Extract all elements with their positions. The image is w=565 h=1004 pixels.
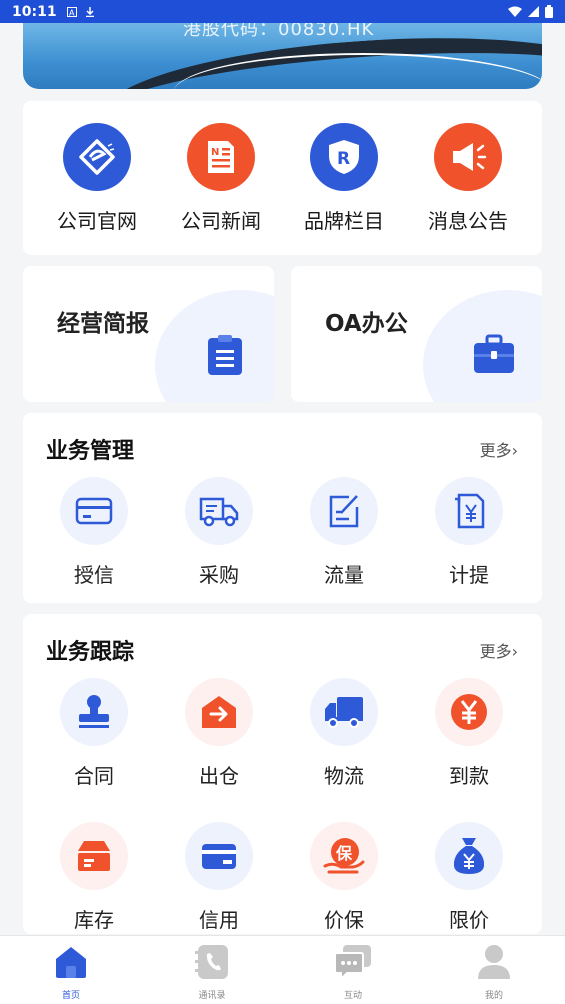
quick-link-label: 品牌栏目 (304, 209, 384, 233)
business-tracking-section: 业务跟踪 更多› 合同 出仓 物流 到款 库存 信用 保 价保 限价 (23, 614, 542, 934)
grid-item-payment-received[interactable]: 到款 (414, 678, 524, 789)
grid-item-flow[interactable]: 流量 (289, 477, 399, 588)
price-protect-icon: 保 (310, 822, 378, 890)
grid-item-label: 采购 (199, 563, 239, 587)
grid-item-logistics[interactable]: 物流 (289, 678, 399, 789)
grid-item-label: 流量 (324, 563, 364, 587)
svg-text:保: 保 (335, 844, 353, 863)
yen-coin-icon (435, 678, 503, 746)
more-link[interactable]: 更多› (480, 638, 518, 662)
warehouse-out-icon (185, 678, 253, 746)
quick-links-card: 公司官网 N 公司新闻 R 品牌栏目 消息公告 (23, 101, 542, 255)
grid-item-accrual[interactable]: 计提 (414, 477, 524, 588)
tab-interact[interactable]: 互动 (303, 936, 403, 1001)
grid-item-label: 价保 (324, 908, 364, 932)
stamp-icon (60, 678, 128, 746)
grid-item-price-limit[interactable]: 限价 (414, 822, 524, 933)
quick-link-company-news[interactable]: N 公司新闻 (161, 101, 281, 234)
grid-item-label: 计提 (449, 563, 489, 587)
speaker-icon (434, 123, 502, 191)
grid-item-outbound[interactable]: 出仓 (164, 678, 274, 789)
quick-link-label: 公司新闻 (181, 209, 261, 233)
news-icon: N (187, 123, 255, 191)
tab-home[interactable]: 首页 (21, 936, 121, 1001)
home-icon (21, 936, 121, 988)
grid-item-label: 限价 (449, 908, 489, 932)
grid-item-purchase[interactable]: 采购 (164, 477, 274, 588)
grid-item-credit[interactable]: 信用 (164, 822, 274, 933)
grid-item-inventory[interactable]: 库存 (39, 822, 149, 933)
banner[interactable]: 港股代码：00830.HK (23, 23, 542, 89)
chat-icon (303, 936, 403, 988)
section-title: 业务管理 (46, 439, 135, 464)
business-brief-card[interactable]: 经营简报 (23, 266, 274, 402)
clipboard-icon (205, 334, 245, 380)
status-bar: 10:11 A (0, 0, 565, 23)
battery-icon (545, 5, 553, 18)
box-icon (60, 822, 128, 890)
grid-item-label: 物流 (324, 764, 364, 788)
quick-link-notices[interactable]: 消息公告 (408, 101, 528, 234)
shield-r-icon: R (310, 123, 378, 191)
banner-stock-code: 港股代码：00830.HK (183, 23, 375, 40)
oa-office-card[interactable]: OA办公 (291, 266, 542, 402)
tab-label: 互动 (343, 991, 362, 1001)
grid-item-label: 信用 (199, 908, 239, 932)
grid-item-label: 出仓 (199, 764, 239, 788)
tab-label: 我的 (484, 991, 503, 1001)
status-time: 10:11 (12, 3, 57, 20)
svg-text:R: R (337, 149, 350, 169)
money-bag-icon (435, 822, 503, 890)
edit-doc-icon (310, 477, 378, 545)
credit-card-icon (185, 822, 253, 890)
business-brief-title: 经营简报 (57, 311, 149, 337)
grid-item-credit-line[interactable]: 授信 (39, 477, 149, 588)
signal-icon (528, 6, 539, 17)
tab-label: 首页 (61, 991, 80, 1001)
user-icon (444, 936, 544, 988)
compass-e-icon (63, 123, 131, 191)
svg-text:N: N (211, 147, 219, 158)
truck-icon (185, 477, 253, 545)
download-icon (85, 6, 94, 17)
tab-label: 通讯录 (198, 991, 226, 1001)
business-management-section: 业务管理 更多› 授信 采购 流量 计提 (23, 413, 542, 603)
wifi-icon (508, 6, 522, 17)
briefcase-icon (473, 334, 515, 378)
grid-item-label: 库存 (74, 908, 114, 932)
quick-link-label: 消息公告 (428, 209, 508, 233)
more-link[interactable]: 更多› (480, 437, 518, 461)
bottom-tab-bar: 首页 通讯录 互动 我的 (0, 935, 565, 1004)
tab-mine[interactable]: 我的 (444, 936, 544, 1001)
phone-book-icon (162, 936, 262, 988)
section-title: 业务跟踪 (46, 640, 135, 665)
yen-doc-icon (435, 477, 503, 545)
svg-text:A: A (69, 8, 75, 17)
lorry-icon (310, 678, 378, 746)
grid-item-price-protection[interactable]: 保 价保 (289, 822, 399, 933)
grid-item-contract[interactable]: 合同 (39, 678, 149, 789)
grid-item-label: 授信 (74, 563, 114, 587)
card-icon (60, 477, 128, 545)
quick-link-company-site[interactable]: 公司官网 (37, 101, 157, 234)
tab-contacts[interactable]: 通讯录 (162, 936, 262, 1001)
grid-item-label: 到款 (449, 764, 489, 788)
quick-link-brand[interactable]: R 品牌栏目 (284, 101, 404, 234)
quick-link-label: 公司官网 (57, 209, 137, 233)
oa-office-title: OA办公 (325, 311, 408, 337)
notification-a-icon: A (66, 6, 77, 17)
grid-item-label: 合同 (74, 764, 114, 788)
